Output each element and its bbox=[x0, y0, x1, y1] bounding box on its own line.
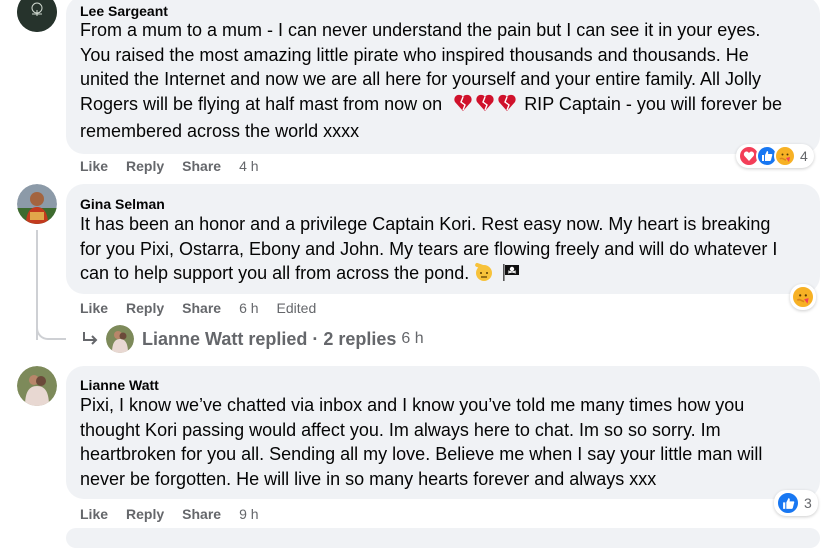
comment-bubble: Gina Selman It has been an honor and a p… bbox=[66, 184, 820, 294]
pirate-flag-emoji bbox=[501, 262, 521, 289]
like-button[interactable]: Like bbox=[80, 157, 108, 175]
comment-author[interactable]: Gina Selman bbox=[80, 195, 165, 213]
reply-button[interactable]: Reply bbox=[126, 157, 164, 175]
avatar[interactable] bbox=[17, 366, 57, 406]
thread-connector-curve bbox=[36, 318, 66, 340]
reaction-summary[interactable]: 3 bbox=[774, 490, 818, 516]
comment-text: It has been an honor and a privilege Cap… bbox=[80, 212, 808, 289]
care-icon bbox=[791, 285, 815, 309]
comment-actions: Like Reply Share 4 h bbox=[80, 157, 277, 175]
care-icon bbox=[774, 145, 796, 167]
reply-button[interactable]: Reply bbox=[126, 299, 164, 317]
comment-actions: Like Reply Share 9 h bbox=[80, 505, 277, 523]
broken-heart-emojis bbox=[453, 93, 519, 120]
reaction-count: 4 bbox=[800, 148, 808, 164]
reaction-summary[interactable]: 4 bbox=[736, 144, 814, 168]
reaction-summary[interactable] bbox=[790, 284, 816, 310]
share-button[interactable]: Share bbox=[182, 299, 221, 317]
reaction-count: 3 bbox=[804, 495, 812, 511]
comment-actions: Like Reply Share 6 h Edited bbox=[80, 299, 334, 317]
saluting-face-emoji bbox=[474, 262, 494, 289]
avatar[interactable] bbox=[17, 0, 57, 32]
edited-label: Edited bbox=[276, 300, 317, 316]
replies-time[interactable]: 6 h bbox=[401, 330, 423, 348]
comment-bubble: Lianne Watt Pixi, I know we’ve chatted v… bbox=[66, 366, 820, 499]
like-button[interactable]: Like bbox=[80, 299, 108, 317]
reply-arrow-icon bbox=[80, 329, 100, 349]
comment-bubble bbox=[66, 528, 820, 548]
comment-author[interactable]: Lianne Watt bbox=[80, 376, 159, 394]
reply-button[interactable]: Reply bbox=[126, 505, 164, 523]
timestamp[interactable]: 4 h bbox=[239, 157, 258, 175]
avatar[interactable] bbox=[17, 184, 57, 224]
timestamp[interactable]: 9 h bbox=[239, 505, 258, 523]
replies-text[interactable]: Lianne Watt replied · 2 replies bbox=[142, 329, 396, 350]
comment-bubble: Lee Sargeant From a mum to a mum - I can… bbox=[66, 0, 820, 154]
timestamp[interactable]: 6 h bbox=[239, 299, 258, 317]
view-replies-link[interactable]: Lianne Watt replied · 2 replies 6 h bbox=[80, 325, 424, 353]
like-icon bbox=[776, 491, 800, 515]
share-button[interactable]: Share bbox=[182, 505, 221, 523]
like-button[interactable]: Like bbox=[80, 505, 108, 523]
share-button[interactable]: Share bbox=[182, 157, 221, 175]
comment-text: From a mum to a mum - I can never unders… bbox=[80, 20, 782, 141]
comment-text: Pixi, I know we’ve chatted via inbox and… bbox=[80, 395, 763, 489]
avatar bbox=[106, 325, 134, 353]
